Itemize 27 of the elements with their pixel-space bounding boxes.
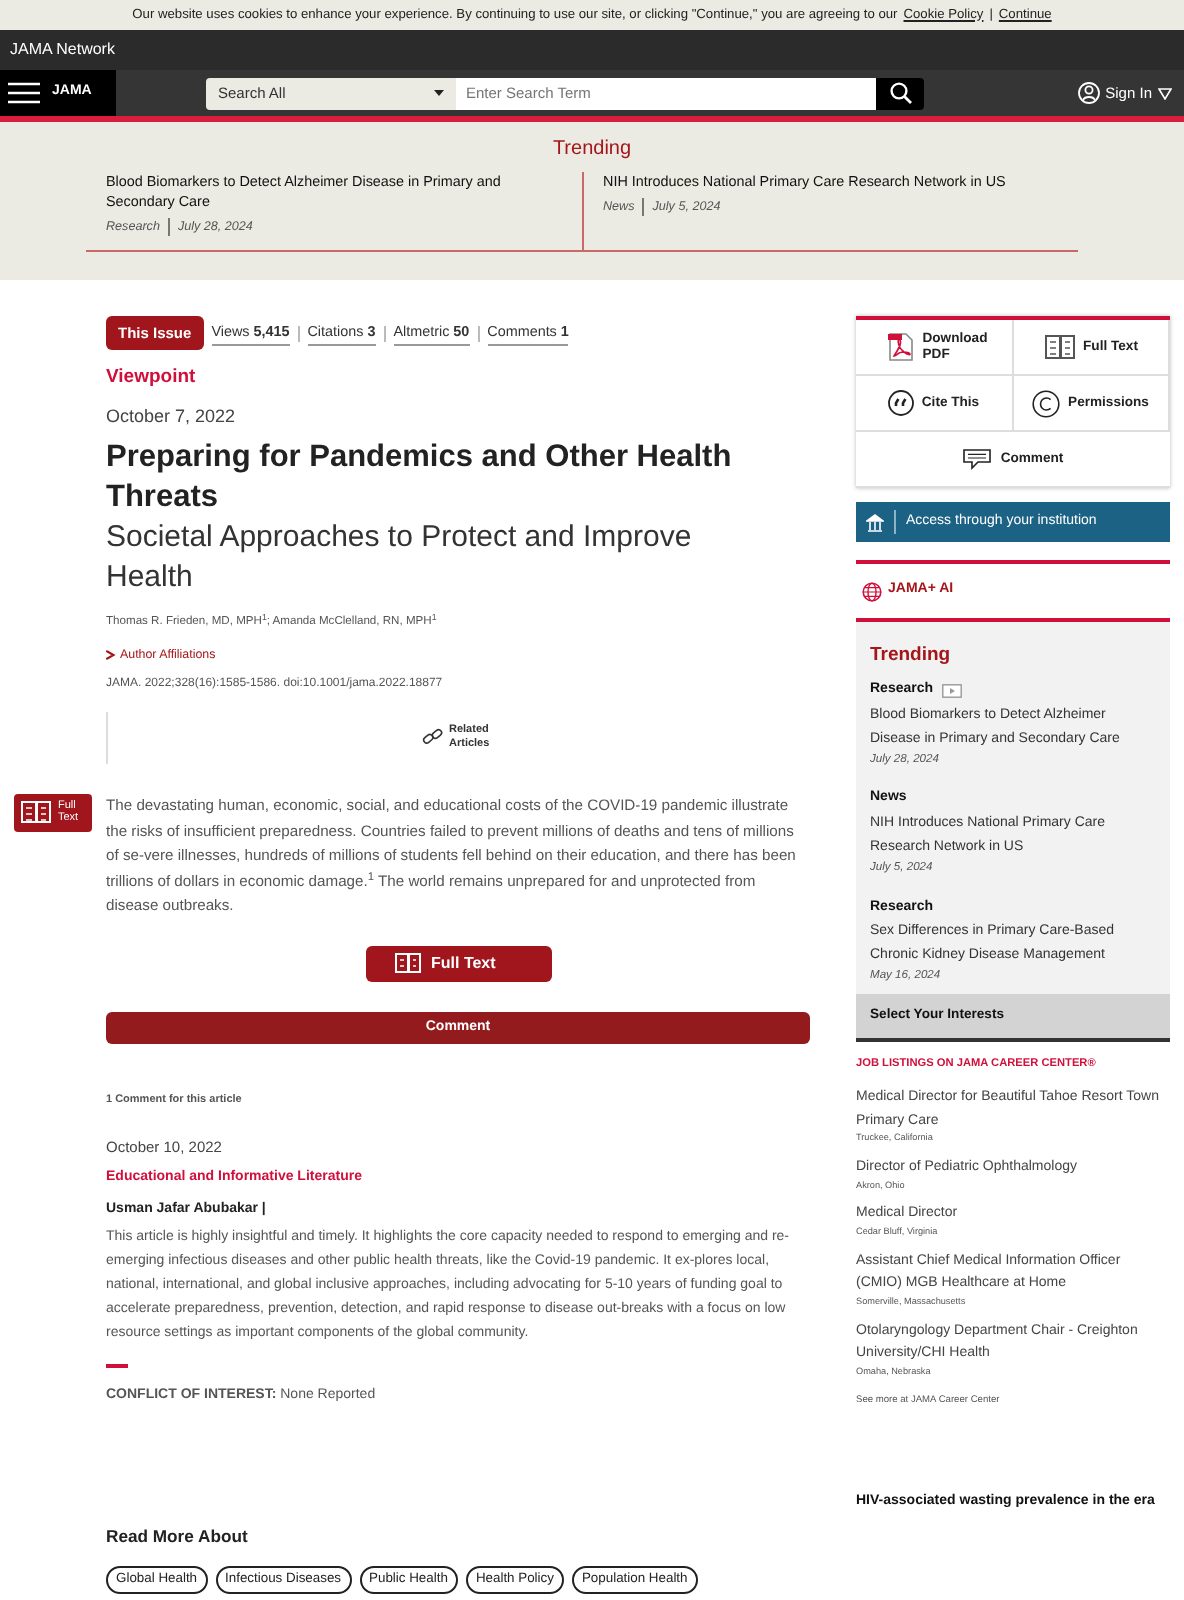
building-icon [866, 513, 884, 531]
book-icon [20, 799, 52, 824]
pdf-icon [888, 332, 915, 362]
article-title: Preparing for Pandemics and Other Health Threats [106, 438, 734, 518]
caret-icon [434, 90, 444, 96]
trending-heading: Trending [550, 136, 634, 164]
article-subtitle: Societal Approaches to Protect and Improve Health [106, 518, 694, 598]
search-icon [889, 82, 911, 104]
globe-icon [862, 581, 882, 601]
menu-icon [8, 82, 40, 104]
network-logo[interactable]: JAMA Network [10, 38, 115, 62]
trending-heading: Trending [870, 642, 953, 670]
full-text-button[interactable]: Full Text [365, 945, 551, 982]
video-icon [941, 684, 962, 698]
article-type: Viewpoint [106, 364, 198, 393]
book-icon [393, 952, 421, 975]
chevron-icon [106, 649, 116, 660]
copyright-icon [1032, 389, 1061, 417]
caret-icon [1158, 87, 1172, 99]
quote-icon [887, 390, 914, 416]
read-more-heading: Read More About [106, 1523, 250, 1550]
comment-icon [962, 448, 993, 470]
user-icon [1077, 82, 1100, 104]
search-button[interactable] [876, 77, 924, 109]
book-icon [1043, 334, 1076, 360]
publish-date: October 7, 2022 [106, 403, 238, 429]
link-icon [421, 728, 443, 747]
